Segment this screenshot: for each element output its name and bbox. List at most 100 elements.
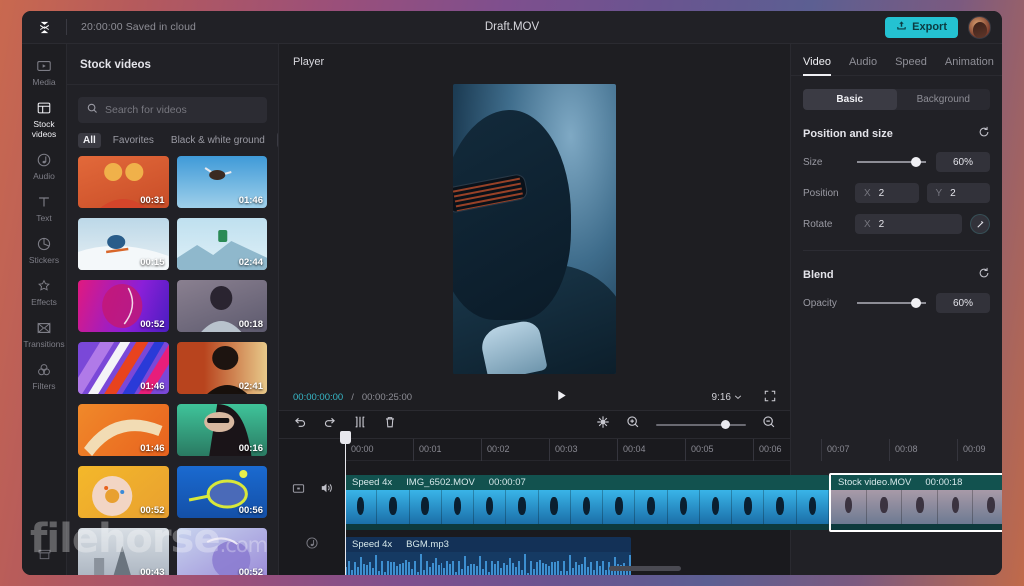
timeline-toolbar [279, 411, 790, 439]
tab-video[interactable]: Video [803, 56, 831, 75]
position-x-field[interactable]: X 2 [855, 183, 919, 203]
opacity-slider[interactable] [857, 302, 926, 304]
search-box[interactable] [78, 97, 267, 123]
stock-thumb-purple-sphere[interactable]: 00:52 [177, 528, 268, 575]
sidebar-item-filters[interactable]: Filters [22, 356, 67, 396]
effects-icon [22, 278, 67, 294]
timeline-zoom-slider[interactable] [656, 424, 746, 426]
sidebar-item-stock-videos[interactable]: Stock videos [22, 94, 67, 144]
segment-background[interactable]: Background [897, 89, 991, 110]
opacity-slider-knob[interactable] [911, 298, 921, 308]
redo-icon[interactable] [323, 415, 337, 434]
stock-thumb-neon-portrait[interactable]: 00:52 [78, 280, 169, 332]
stock-thumb-city-fog[interactable]: 00:43 [78, 528, 169, 575]
fullscreen-icon[interactable] [764, 390, 776, 405]
top-bar-right: Export [885, 16, 1002, 39]
stock-thumb-color-stripes[interactable]: 01:46 [78, 342, 169, 394]
trash-icon[interactable] [383, 415, 397, 434]
audio-clip-bgm[interactable]: Speed 4x BGM.mp3 [345, 537, 631, 575]
transitions-icon [22, 320, 67, 336]
ruler-tick-label: 00:01 [419, 444, 442, 454]
sidebar-item-effects[interactable]: Effects [22, 272, 67, 312]
clip-name: IMG_6502.MOV [406, 477, 475, 488]
stock-thumb-tennis-racket[interactable]: 00:56 [177, 466, 268, 518]
app-window: 20:00:00 Saved in cloud Draft.MOV Export… [22, 11, 1002, 575]
stock-thumb-donut[interactable]: 00:52 [78, 466, 169, 518]
sidebar-item-text[interactable]: Text [22, 188, 67, 228]
sidebar-item-media[interactable]: Media [22, 52, 67, 92]
thumb-duration: 00:52 [140, 319, 164, 330]
clip-filmstrip [831, 490, 1002, 524]
nav-rail: Media Stock videos Audio Text [22, 44, 67, 575]
thumb-duration: 00:56 [239, 505, 263, 516]
thumb-duration: 00:16 [239, 443, 263, 454]
timeline-ruler[interactable]: 00:00 00:01 00:02 00:03 00:04 00:05 00:0… [345, 439, 790, 461]
stock-thumb-ski-jump[interactable]: 01:46 [177, 156, 268, 208]
sidebar-item-label: Media [22, 77, 67, 87]
split-icon[interactable] [353, 415, 367, 434]
undo-icon[interactable] [293, 415, 307, 434]
rotate-dial-icon[interactable] [970, 214, 990, 234]
tab-audio[interactable]: Audio [849, 56, 877, 75]
playhead-handle[interactable] [340, 431, 351, 444]
zoom-in-icon[interactable] [626, 415, 640, 434]
tab-animation[interactable]: Animation [945, 56, 994, 75]
zoom-slider-knob[interactable] [721, 420, 730, 429]
stock-thumb-orange-abstract[interactable]: 01:46 [78, 404, 169, 456]
ruler-tick-label: 00:09 [963, 444, 986, 454]
opacity-value-field[interactable]: 60% [936, 293, 990, 313]
player-controls: 00:00:00:00 / 00:00:25:00 9:16 [279, 384, 790, 410]
filter-chip-black-and-white-ground[interactable]: Black & white ground [166, 133, 270, 148]
timeline-horizontal-scrollbar[interactable] [609, 566, 681, 571]
sidebar-item-stickers[interactable]: Stickers [22, 230, 67, 270]
search-input[interactable] [105, 104, 258, 116]
audio-icon [22, 152, 67, 168]
position-row: Position X 2 Y 2 [791, 183, 1002, 214]
audio-track-icon[interactable] [305, 536, 319, 555]
reset-icon[interactable] [978, 267, 990, 282]
fit-icon[interactable] [596, 415, 610, 434]
thumb-duration: 00:31 [140, 195, 164, 206]
segment-basic[interactable]: Basic [803, 89, 897, 110]
thumb-duration: 01:46 [140, 443, 164, 454]
stock-thumb-sunglasses-woman[interactable]: 00:16 [177, 404, 268, 456]
stock-thumb-mountain-skier[interactable]: 02:44 [177, 218, 268, 270]
export-button[interactable]: Export [885, 17, 958, 38]
sidebar-item-audio[interactable]: Audio [22, 146, 67, 186]
archive-icon[interactable] [22, 547, 66, 567]
sidebar-item-transitions[interactable]: Transitions [22, 314, 67, 354]
video-clip-stock-video[interactable]: Stock video.MOV 00:00:18 [831, 475, 1002, 530]
zoom-out-icon[interactable] [762, 415, 776, 434]
chevron-down-icon [734, 393, 742, 401]
search-wrapper [67, 85, 278, 123]
position-y-field[interactable]: Y 2 [927, 183, 991, 203]
play-icon[interactable] [555, 389, 568, 405]
aspect-ratio-selector[interactable]: 9:16 [712, 392, 742, 403]
volume-icon[interactable] [319, 481, 333, 500]
rotate-x-field[interactable]: X 2 [855, 214, 962, 234]
tab-speed[interactable]: Speed [895, 56, 927, 75]
thumb-duration: 00:43 [140, 567, 164, 575]
stock-thumb-snowboarder[interactable]: 00:15 [78, 218, 169, 270]
stock-thumb-oranges-eyes[interactable]: 00:31 [78, 156, 169, 208]
size-value-field[interactable]: 60% [936, 152, 990, 172]
playhead[interactable] [345, 431, 346, 575]
clip-filmstrip [345, 490, 829, 524]
reset-icon[interactable] [978, 126, 990, 141]
video-preview[interactable] [453, 84, 616, 374]
size-slider-knob[interactable] [911, 157, 921, 167]
user-avatar[interactable] [968, 16, 991, 39]
size-slider[interactable] [857, 161, 926, 163]
thumb-duration: 00:52 [140, 505, 164, 516]
sidebar-item-label: Text [22, 213, 67, 223]
filter-chip-favorites[interactable]: Favorites [108, 133, 159, 148]
capcut-logo-icon[interactable] [22, 20, 66, 35]
stock-thumb-man-wall[interactable]: 02:41 [177, 342, 268, 394]
position-and-size-header: Position and size [791, 110, 1002, 152]
stock-thumb-woman-blanket[interactable]: 00:18 [177, 280, 268, 332]
video-track-icon[interactable] [292, 482, 305, 500]
chevron-down-icon[interactable] [277, 132, 278, 148]
filter-chip-all[interactable]: All [78, 133, 101, 148]
video-clip-img6502[interactable]: Speed 4x IMG_6502.MOV 00:00:07 [345, 475, 829, 530]
position-x-value: 2 [879, 188, 885, 199]
